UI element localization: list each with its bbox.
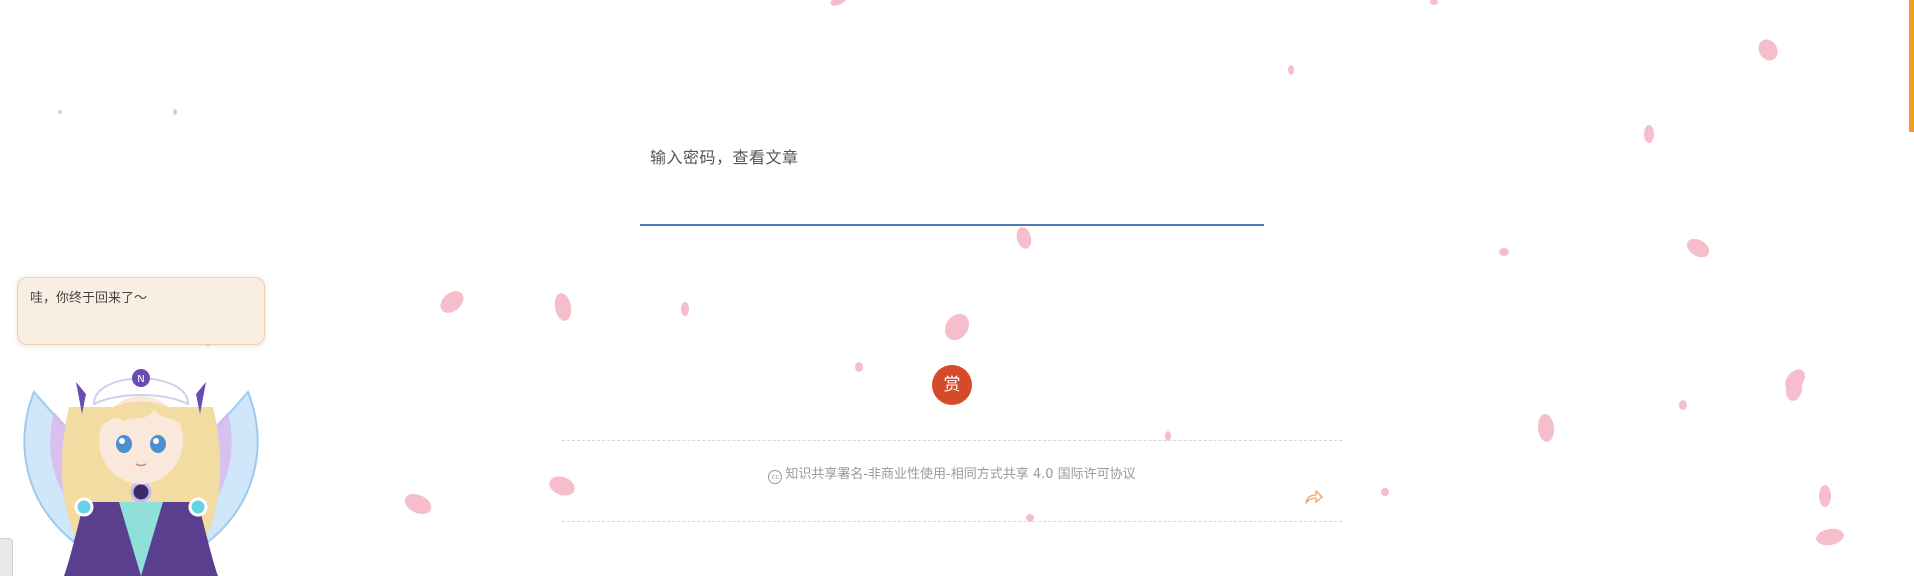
password-input[interactable] — [640, 188, 1264, 226]
mascot-character[interactable]: N — [14, 352, 268, 576]
password-prompt-label: 输入密码，查看文章 — [650, 148, 799, 167]
page: 输入密码，查看文章 赏 cc 知识共享署名-非商业性使用-相同方式共享 4.0 国… — [0, 0, 1914, 576]
side-panel-toggle[interactable] — [0, 538, 13, 576]
license-link[interactable]: 知识共享署名-非商业性使用-相同方式共享 4.0 国际许可协议 — [785, 467, 1135, 482]
license-row: cc 知识共享署名-非商业性使用-相同方式共享 4.0 国际许可协议 — [562, 463, 1342, 484]
share-arrow-icon[interactable] — [1304, 489, 1324, 505]
creative-commons-icon: cc — [768, 470, 783, 484]
svg-text:N: N — [137, 374, 144, 385]
donate-button[interactable]: 赏 — [932, 365, 972, 405]
mascot-greeting-text: 哇，你终于回来了～ — [30, 291, 148, 306]
license-section: cc 知识共享署名-非商业性使用-相同方式共享 4.0 国际许可协议 — [562, 440, 1342, 522]
mascot-speech-bubble: 哇，你终于回来了～ — [17, 277, 265, 345]
scroll-indicator[interactable] — [1909, 0, 1914, 132]
